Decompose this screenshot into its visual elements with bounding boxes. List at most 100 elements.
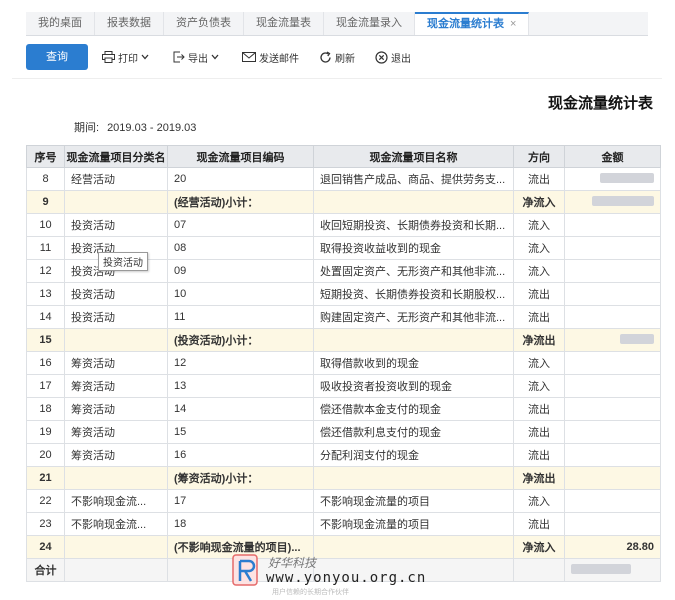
- row-direction: 流出: [513, 305, 565, 329]
- col-header-category[interactable]: 现金流量项目分类名: [64, 145, 168, 168]
- row-code: 08: [167, 236, 314, 260]
- col-header-name[interactable]: 现金流量项目名称: [313, 145, 514, 168]
- refresh-button[interactable]: 刷新: [319, 50, 355, 65]
- chevron-down-icon: [141, 54, 149, 60]
- col-header-code[interactable]: 现金流量项目编码: [167, 145, 314, 168]
- table-row[interactable]: 13 投资活动 10 短期投资、长期债券投资和长期股权... 流出: [26, 282, 661, 306]
- tab-label: 报表数据: [107, 17, 151, 29]
- total-cell: [64, 558, 168, 582]
- watermark-tagline: 用户信赖的长期合作伙伴: [272, 589, 349, 596]
- row-direction: 流入: [513, 259, 565, 283]
- row-number: 15: [26, 328, 65, 352]
- row-code: 12: [167, 351, 314, 375]
- row-direction: 流出: [513, 443, 565, 467]
- table-row[interactable]: 16 筹资活动 12 取得借款收到的现金 流入: [26, 351, 661, 375]
- row-category: 投资活动: [64, 282, 168, 306]
- export-button[interactable]: 导出: [172, 50, 222, 65]
- row-number: 8: [26, 167, 65, 191]
- row-code: 20: [167, 167, 314, 191]
- row-name: 购建固定资产、无形资产和其他非流...: [313, 305, 514, 329]
- row-code: (投资活动)小计：: [167, 328, 314, 352]
- tab-label: 现金流量统计表: [427, 18, 504, 30]
- tab-1[interactable]: 报表数据: [95, 12, 164, 35]
- export-label: 导出: [188, 53, 208, 65]
- row-name: 收回短期投资、长期债券投资和长期...: [313, 213, 514, 237]
- tab-2[interactable]: 资产负债表: [164, 12, 244, 35]
- printer-icon: [102, 51, 115, 63]
- tab-3[interactable]: 现金流量表: [244, 12, 324, 35]
- close-icon[interactable]: ×: [510, 18, 516, 30]
- row-code: 14: [167, 397, 314, 421]
- table-row[interactable]: 22 不影响现金流... 17 不影响现金流量的项目 流入: [26, 489, 661, 513]
- table-row[interactable]: 15 (投资活动)小计： 净流出: [26, 328, 661, 352]
- export-icon: [173, 51, 185, 63]
- row-amount: [564, 259, 661, 283]
- row-code: 09: [167, 259, 314, 283]
- report-period: 期间: 2019.03 - 2019.03: [74, 119, 196, 135]
- table-row[interactable]: 23 不影响现金流... 18 不影响现金流量的项目 流出: [26, 512, 661, 536]
- row-amount: [564, 282, 661, 306]
- row-category: 筹资活动: [64, 443, 168, 467]
- row-name: 偿还借款利息支付的现金: [313, 420, 514, 444]
- row-amount: 28.80: [564, 535, 661, 559]
- row-number: 10: [26, 213, 65, 237]
- col-header-direction[interactable]: 方向: [513, 145, 565, 168]
- row-name: 短期投资、长期债券投资和长期股权...: [313, 282, 514, 306]
- row-number: 21: [26, 466, 65, 490]
- table-row[interactable]: 19 筹资活动 15 偿还借款利息支付的现金 流出: [26, 420, 661, 444]
- redacted-amount: [620, 333, 654, 344]
- tab-4[interactable]: 现金流量录入: [324, 12, 415, 35]
- tab-5[interactable]: 现金流量统计表 ×: [415, 12, 530, 35]
- table-row[interactable]: 14 投资活动 11 购建固定资产、无形资产和其他非流... 流出: [26, 305, 661, 329]
- row-category: 经营活动: [64, 167, 168, 191]
- row-number: 11: [26, 236, 65, 260]
- row-name: 不影响现金流量的项目: [313, 512, 514, 536]
- report-title: 现金流量统计表: [547, 95, 653, 112]
- exit-button[interactable]: 退出: [375, 50, 411, 65]
- send-email-button[interactable]: 发送邮件: [242, 50, 299, 65]
- tab-0[interactable]: 我的桌面: [26, 12, 95, 35]
- row-amount: [564, 167, 661, 191]
- row-code: (筹资活动)小计：: [167, 466, 314, 490]
- watermark-url: www.yonyou.org.cn: [266, 570, 427, 586]
- row-code: 07: [167, 213, 314, 237]
- col-header-no[interactable]: 序号: [26, 145, 65, 168]
- row-number: 24: [26, 535, 65, 559]
- row-code: 15: [167, 420, 314, 444]
- row-category: 投资活动: [64, 305, 168, 329]
- chevron-down-icon: [211, 54, 219, 60]
- row-name: 退回销售产成品、商品、提供劳务支...: [313, 167, 514, 191]
- row-amount: [564, 466, 661, 490]
- table-row[interactable]: 8 经营活动 20 退回销售产成品、商品、提供劳务支... 流出: [26, 167, 661, 191]
- row-direction: 流出: [513, 397, 565, 421]
- toolbar: 查询 打印 导出 发送邮件 刷新 退出: [26, 44, 431, 70]
- table-row[interactable]: 10 投资活动 07 收回短期投资、长期债券投资和长期... 流入: [26, 213, 661, 237]
- table-row[interactable]: 18 筹资活动 14 偿还借款本金支付的现金 流出: [26, 397, 661, 421]
- row-direction: 流出: [513, 420, 565, 444]
- cash-flow-table: 序号 现金流量项目分类名 现金流量项目编码 现金流量项目名称 方向 金额 8 经营…: [26, 145, 661, 582]
- row-number: 17: [26, 374, 65, 398]
- row-amount: [564, 374, 661, 398]
- print-button[interactable]: 打印: [102, 50, 152, 65]
- tab-label: 现金流量表: [256, 17, 311, 29]
- table-row[interactable]: 17 筹资活动 13 吸收投资者投资收到的现金 流入: [26, 374, 661, 398]
- exit-label: 退出: [391, 53, 411, 65]
- row-code: 10: [167, 282, 314, 306]
- col-header-amount[interactable]: 金额: [564, 145, 661, 168]
- row-code: 13: [167, 374, 314, 398]
- row-category: 不影响现金流...: [64, 512, 168, 536]
- row-code: 11: [167, 305, 314, 329]
- row-name: 取得借款收到的现金: [313, 351, 514, 375]
- row-name: [313, 190, 514, 214]
- table-row[interactable]: 21 (筹资活动)小计： 净流出: [26, 466, 661, 490]
- table-row[interactable]: 20 筹资活动 16 分配利润支付的现金 流出: [26, 443, 661, 467]
- row-direction: 流出: [513, 167, 565, 191]
- row-category: [64, 328, 168, 352]
- row-category: 筹资活动: [64, 420, 168, 444]
- row-code: (经营活动)小计：: [167, 190, 314, 214]
- watermark-brand: 好华科技: [268, 556, 317, 570]
- query-button[interactable]: 查询: [26, 44, 88, 70]
- table-row[interactable]: 9 (经营活动)小计： 净流入: [26, 190, 661, 214]
- row-direction: 流出: [513, 282, 565, 306]
- row-direction: 流出: [513, 512, 565, 536]
